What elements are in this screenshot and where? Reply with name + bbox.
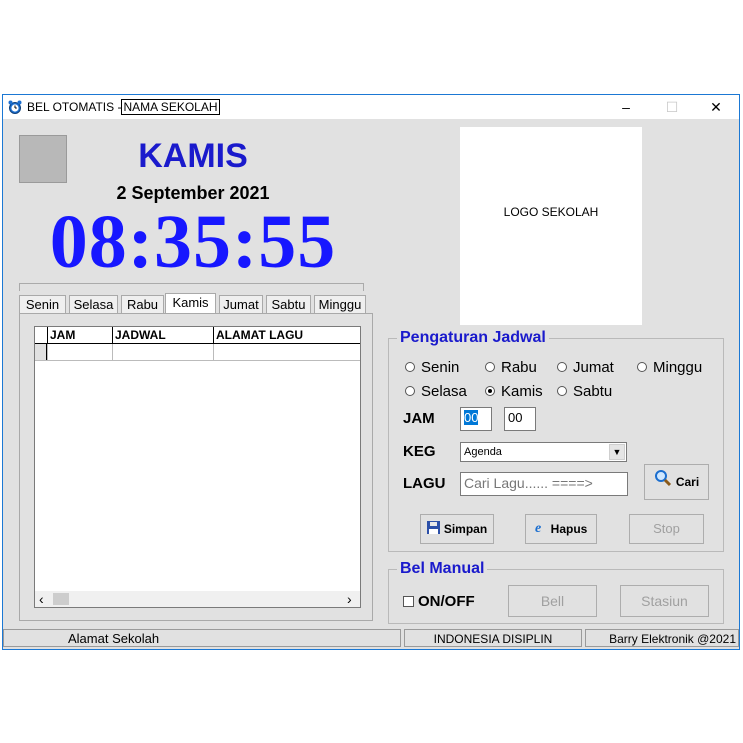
- radio-circle-icon: [405, 386, 415, 397]
- schedule-grid[interactable]: JAM JADWAL ALAMAT LAGU ‹ ›: [34, 326, 361, 608]
- title-prefix: BEL OTOMATIS -: [27, 100, 122, 114]
- radio-rabu[interactable]: Rabu: [485, 359, 537, 376]
- column-header-alamat-lagu[interactable]: ALAMAT LAGU: [213, 327, 360, 343]
- keg-select[interactable]: Agenda ▼: [460, 442, 627, 462]
- radio-circle-icon: [557, 362, 567, 373]
- chevron-down-icon[interactable]: ▼: [609, 444, 625, 460]
- radio-circle-icon: [557, 386, 567, 397]
- pengaturan-jadwal-group: Pengaturan Jadwal Senin Rabu Jumat Mingg…: [388, 329, 724, 552]
- tab-jumat[interactable]: Jumat: [219, 295, 263, 313]
- digital-clock: 08:35:55: [49, 200, 337, 284]
- logo-box: LOGO SEKOLAH: [460, 127, 642, 325]
- bel-manual-title: Bel Manual: [397, 560, 488, 578]
- hapus-label: Hapus: [550, 522, 588, 536]
- status-address: Alamat Sekolah: [3, 629, 401, 647]
- simpan-button[interactable]: Simpan: [420, 514, 494, 544]
- scroll-right-icon[interactable]: ›: [347, 591, 352, 607]
- status-bar: Alamat Sekolah INDONESIA DISIPLIN Barry …: [3, 629, 739, 649]
- tab-panel: JAM JADWAL ALAMAT LAGU ‹ ›: [19, 313, 373, 621]
- minimize-button[interactable]: –: [603, 95, 649, 119]
- save-icon: [426, 516, 440, 544]
- table-cell[interactable]: [47, 344, 112, 360]
- radio-minggu[interactable]: Minggu: [637, 359, 702, 376]
- close-button[interactable]: ✕: [693, 95, 739, 119]
- tab-selasa[interactable]: Selasa: [69, 295, 118, 313]
- tab-kamis[interactable]: Kamis: [165, 293, 216, 315]
- stasiun-button[interactable]: Stasiun: [620, 585, 709, 617]
- keg-value: Agenda: [464, 446, 502, 458]
- alarm-clock-icon: [7, 99, 23, 115]
- status-indicator: [19, 135, 67, 183]
- cari-button[interactable]: Cari: [644, 464, 709, 500]
- radio-circle-icon: [637, 362, 647, 373]
- radio-label: Minggu: [653, 359, 703, 376]
- lagu-label: LAGU: [403, 475, 446, 492]
- horizontal-scrollbar[interactable]: ‹ ›: [35, 591, 360, 607]
- radio-checked-icon: [485, 386, 495, 397]
- hapus-button[interactable]: e Hapus: [525, 514, 597, 544]
- tab-senin[interactable]: Senin: [19, 295, 66, 313]
- jam-hour-value: 00: [464, 410, 479, 425]
- radio-circle-icon: [405, 362, 415, 373]
- status-motto: INDONESIA DISIPLIN: [404, 629, 582, 647]
- title-school-name: NAMA SEKOLAH: [121, 99, 220, 115]
- main-window: BEL OTOMATIS - NAMA SEKOLAH – ☐ ✕ KAMIS 2…: [2, 94, 740, 650]
- radio-circle-icon: [485, 362, 495, 373]
- table-row[interactable]: [35, 344, 360, 361]
- radio-label: Senin: [421, 359, 460, 376]
- radio-selasa[interactable]: Selasa: [405, 383, 467, 400]
- grid-corner: [35, 327, 47, 343]
- grid-header: JAM JADWAL ALAMAT LAGU: [35, 327, 360, 344]
- bell-button[interactable]: Bell: [508, 585, 597, 617]
- maximize-button[interactable]: ☐: [649, 95, 695, 119]
- jam-hour-input[interactable]: 00: [460, 407, 492, 431]
- column-header-jam[interactable]: JAM: [47, 327, 112, 343]
- bel-manual-group: Bel Manual ON/OFF Bell Stasiun: [388, 560, 724, 624]
- tab-minggu[interactable]: Minggu: [314, 295, 366, 313]
- title-bar: BEL OTOMATIS - NAMA SEKOLAH – ☐ ✕: [3, 95, 739, 119]
- radio-label: Jumat: [573, 359, 614, 376]
- row-selector[interactable]: [35, 344, 47, 360]
- jam-minute-input[interactable]: 00: [504, 407, 536, 431]
- stop-button[interactable]: Stop: [629, 514, 704, 544]
- day-label: KAMIS: [138, 137, 248, 175]
- status-credit: Barry Elektronik @2021: [585, 629, 739, 647]
- window-title: BEL OTOMATIS - NAMA SEKOLAH: [27, 99, 220, 115]
- onoff-label: ON/OFF: [418, 593, 475, 610]
- tab-rabu[interactable]: Rabu: [121, 295, 164, 313]
- keg-label: KEG: [403, 443, 436, 460]
- radio-kamis[interactable]: Kamis: [485, 383, 543, 400]
- onoff-checkbox[interactable]: ON/OFF: [403, 593, 475, 610]
- logo-text: LOGO SEKOLAH: [503, 205, 599, 219]
- table-cell[interactable]: [213, 344, 360, 360]
- table-cell[interactable]: [112, 344, 213, 360]
- lagu-search-input[interactable]: Cari Lagu...... ====>: [460, 472, 628, 496]
- search-icon: [654, 466, 672, 500]
- checkbox-icon: [403, 595, 414, 607]
- pengaturan-jadwal-title: Pengaturan Jadwal: [397, 329, 549, 347]
- clock-divider: [19, 283, 364, 291]
- svg-text:e: e: [535, 521, 541, 534]
- radio-senin[interactable]: Senin: [405, 359, 459, 376]
- tab-sabtu[interactable]: Sabtu: [266, 295, 311, 313]
- radio-label: Sabtu: [573, 383, 613, 400]
- scroll-left-icon[interactable]: ‹: [39, 591, 44, 607]
- radio-label: Kamis: [501, 383, 543, 400]
- radio-sabtu[interactable]: Sabtu: [557, 383, 612, 400]
- radio-label: Rabu: [501, 359, 537, 376]
- cari-label: Cari: [675, 475, 700, 489]
- scroll-thumb[interactable]: [53, 593, 69, 605]
- simpan-label: Simpan: [443, 522, 488, 536]
- column-header-jadwal[interactable]: JADWAL: [112, 327, 213, 343]
- eraser-icon: e: [535, 516, 547, 544]
- jam-label: JAM: [403, 410, 435, 427]
- radio-jumat[interactable]: Jumat: [557, 359, 614, 376]
- radio-label: Selasa: [421, 383, 467, 400]
